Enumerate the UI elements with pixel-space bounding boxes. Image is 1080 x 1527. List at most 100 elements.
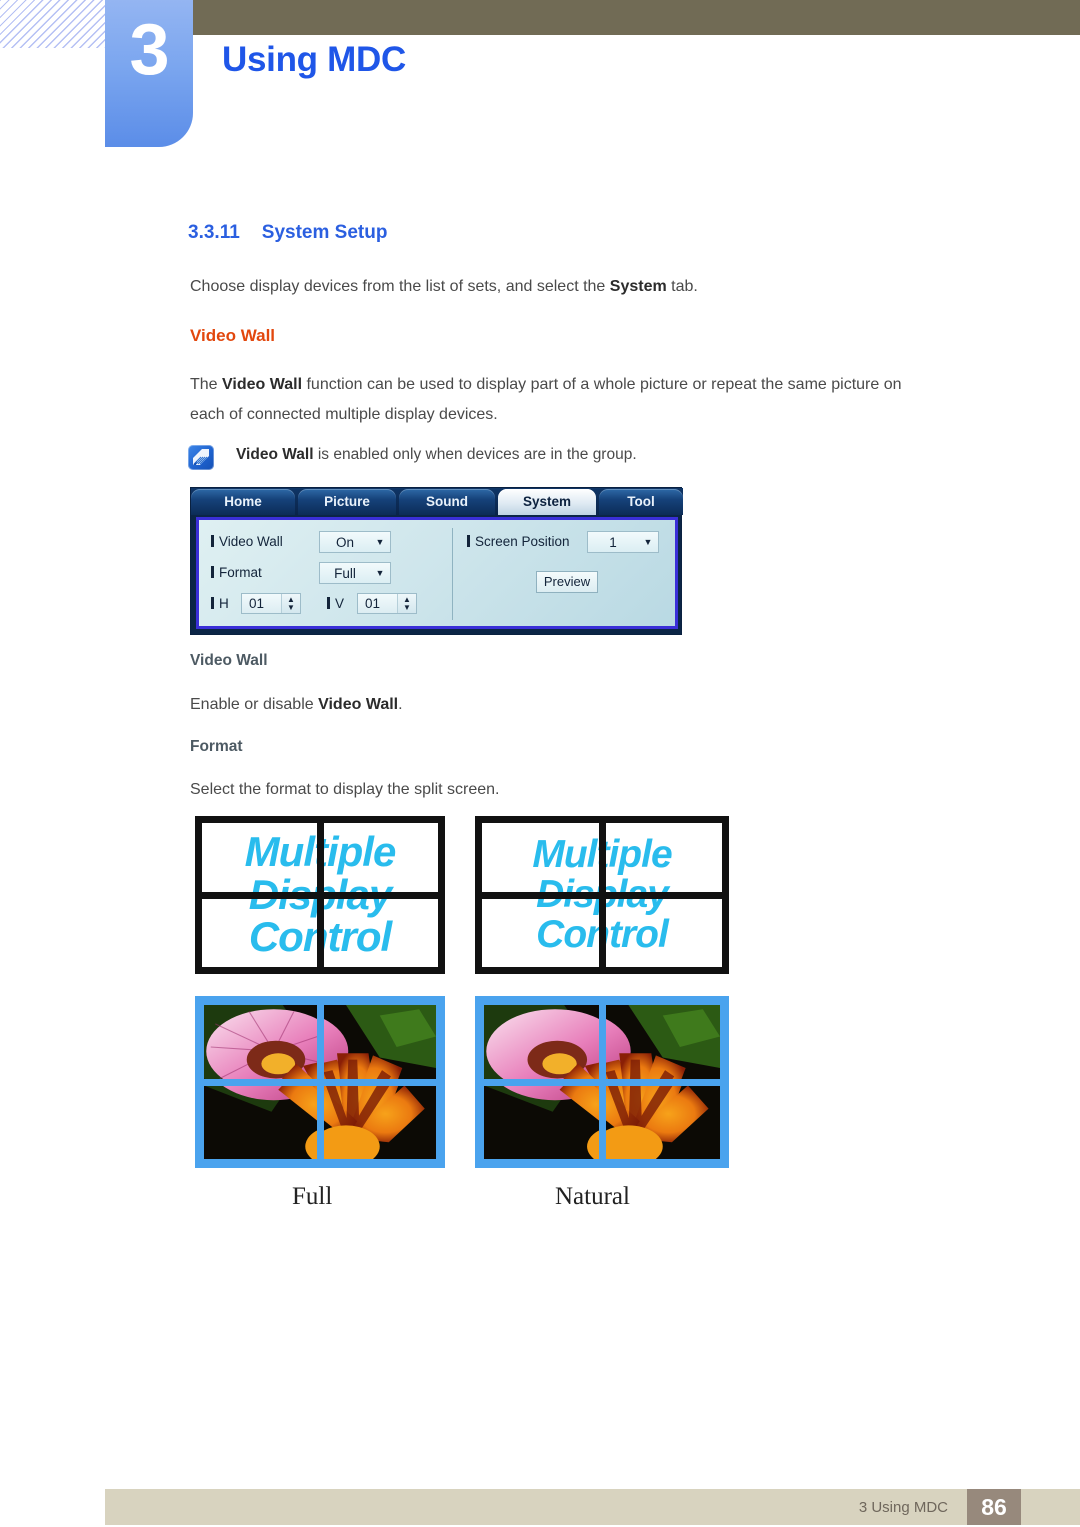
tab-system[interactable]: System bbox=[498, 489, 596, 515]
panel-divider bbox=[452, 528, 453, 620]
bullet-marker bbox=[211, 597, 214, 609]
section-intro-paragraph: Choose display devices from the list of … bbox=[190, 272, 990, 302]
desc-vw-before: Enable or disable bbox=[190, 696, 319, 713]
v-stepper[interactable]: 01 ▲ ▼ bbox=[357, 593, 417, 614]
mdc-tab-bar: Home Picture Sound System Tool bbox=[191, 488, 683, 515]
chevron-down-icon: ▼ bbox=[643, 536, 653, 547]
photo-grid-cells bbox=[484, 1005, 720, 1159]
format-value: Full bbox=[334, 565, 356, 581]
photo-cell bbox=[605, 1085, 720, 1159]
vw-para-before: The bbox=[190, 376, 223, 393]
section-number: 3.3.11 bbox=[188, 222, 240, 243]
header-brown-bar bbox=[190, 0, 1080, 35]
note-text-rest: is enabled only when devices are in the … bbox=[313, 446, 637, 463]
decorative-hatch-pattern bbox=[0, 0, 106, 48]
spinner-arrows-icon[interactable]: ▲ ▼ bbox=[397, 594, 416, 613]
flower-artwork bbox=[484, 1005, 599, 1079]
video-wall-dropdown[interactable]: On ▼ bbox=[319, 531, 391, 553]
video-wall-paragraph-line2: each of connected multiple display devic… bbox=[190, 406, 498, 423]
video-wall-value: On bbox=[335, 534, 354, 550]
label-h-text: H bbox=[219, 596, 229, 611]
label-video-wall-text: Video Wall bbox=[219, 534, 283, 549]
photo-cell bbox=[605, 1005, 720, 1079]
intro-text-before: Choose display devices from the list of … bbox=[190, 278, 610, 295]
mdc-dialog-screenshot: Home Picture Sound System Tool Video Wal… bbox=[190, 487, 683, 635]
label-format-text: Format bbox=[219, 565, 262, 580]
label-screen-position-text: Screen Position bbox=[475, 534, 570, 549]
flower-artwork bbox=[484, 1085, 599, 1159]
flower-artwork bbox=[204, 1005, 317, 1079]
photo-cell bbox=[484, 1085, 599, 1159]
chevron-down-icon: ▼ bbox=[375, 567, 385, 578]
label-video-wall: Video Wall bbox=[211, 534, 283, 549]
flower-artwork bbox=[605, 1085, 720, 1159]
format-dropdown[interactable]: Full ▼ bbox=[319, 562, 391, 584]
h-value: 01 bbox=[249, 596, 265, 611]
label-format: Format bbox=[211, 565, 262, 580]
intro-text-after: tab. bbox=[666, 278, 698, 295]
vw-para-bold: Video Wall bbox=[222, 376, 303, 393]
h-stepper[interactable]: 01 ▲ ▼ bbox=[241, 593, 301, 614]
screen-position-dropdown[interactable]: 1 ▼ bbox=[587, 531, 659, 553]
photo-cell bbox=[484, 1005, 599, 1079]
preview-button[interactable]: Preview bbox=[536, 571, 598, 593]
chevron-down-icon: ▼ bbox=[375, 536, 385, 547]
photo-cell bbox=[323, 1085, 436, 1159]
bullet-marker bbox=[211, 535, 214, 547]
bullet-marker bbox=[327, 597, 330, 609]
flower-artwork bbox=[323, 1085, 436, 1159]
video-wall-text-grid-natural: Multiple Display Control bbox=[475, 816, 729, 974]
section-title: System Setup bbox=[261, 222, 388, 243]
note-text-bold: Video Wall bbox=[236, 446, 314, 463]
label-screen-position: Screen Position bbox=[467, 534, 570, 549]
intro-text-bold: System bbox=[609, 278, 667, 295]
page-number: 86 bbox=[981, 1494, 1007, 1520]
description-format: Select the format to display the split s… bbox=[190, 781, 500, 798]
desc-vw-bold: Video Wall bbox=[318, 696, 399, 713]
page-number-box: 86 bbox=[967, 1489, 1021, 1525]
chapter-title: Using MDC bbox=[222, 40, 406, 79]
grid-horizontal-bezel bbox=[202, 891, 438, 899]
caption-natural: Natural bbox=[555, 1183, 630, 1210]
photo-grid-cells bbox=[204, 1005, 436, 1159]
video-wall-photo-grid-natural bbox=[475, 996, 729, 1168]
flower-artwork bbox=[204, 1085, 317, 1159]
video-wall-photo-grid-full bbox=[195, 996, 445, 1168]
note-row: Video Wall is enabled only when devices … bbox=[188, 443, 888, 473]
footer-chapter-label: 3 Using MDC bbox=[858, 1499, 948, 1516]
tab-home[interactable]: Home bbox=[191, 489, 295, 515]
tab-sound[interactable]: Sound bbox=[399, 489, 495, 515]
vw-para-after: function can be used to display part of … bbox=[302, 376, 902, 393]
flower-artwork bbox=[323, 1005, 436, 1079]
grid-horizontal-bezel bbox=[482, 891, 722, 899]
subheading-format: Format bbox=[190, 738, 243, 755]
note-pen-icon bbox=[188, 445, 214, 470]
subheading-video-wall: Video Wall bbox=[190, 652, 268, 669]
label-h: H bbox=[211, 596, 229, 611]
pen-glyph bbox=[193, 449, 209, 465]
mdc-system-panel: Video Wall On ▼ Format Full ▼ H 01 ▲▼ V bbox=[196, 517, 678, 629]
label-v: V bbox=[327, 596, 344, 611]
note-text: Video Wall is enabled only when devices … bbox=[236, 446, 637, 464]
label-v-text: V bbox=[335, 596, 345, 611]
desc-vw-after: . bbox=[398, 696, 403, 713]
bullet-marker bbox=[211, 566, 214, 578]
photo-cell bbox=[204, 1005, 317, 1079]
chapter-number: 3 bbox=[129, 10, 169, 90]
description-video-wall: Enable or disable Video Wall. bbox=[190, 690, 403, 720]
caption-full: Full bbox=[292, 1183, 333, 1210]
video-wall-heading: Video Wall bbox=[190, 326, 276, 345]
section-heading: 3.3.11 System Setup bbox=[188, 222, 387, 244]
spinner-arrows-icon[interactable]: ▲ ▼ bbox=[281, 594, 300, 613]
video-wall-paragraph-line1: The Video Wall function can be used to d… bbox=[190, 370, 1000, 400]
chapter-number-tab: 3 bbox=[105, 0, 193, 147]
v-value: 01 bbox=[365, 596, 381, 611]
video-wall-text-grid-full: Multiple Display Control bbox=[195, 816, 445, 974]
bullet-marker bbox=[467, 535, 470, 547]
tab-tool[interactable]: Tool bbox=[599, 489, 683, 515]
flower-artwork bbox=[605, 1005, 720, 1079]
photo-cell bbox=[323, 1005, 436, 1079]
tab-picture[interactable]: Picture bbox=[298, 489, 396, 515]
screen-position-value: 1 bbox=[609, 534, 617, 550]
photo-cell bbox=[204, 1085, 317, 1159]
